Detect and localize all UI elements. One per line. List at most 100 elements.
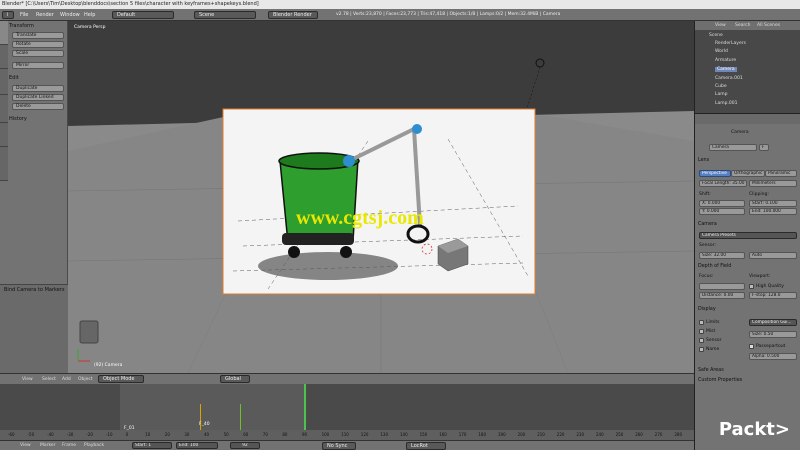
dof-header[interactable]: Depth of Field bbox=[698, 264, 731, 269]
timeline-view-menu[interactable]: View bbox=[20, 443, 31, 448]
outliner-item-lamp-001[interactable]: Lamp.001 bbox=[715, 101, 738, 106]
start-frame-field[interactable]: Start: 1 bbox=[132, 442, 172, 449]
focus-object-field[interactable] bbox=[699, 283, 745, 290]
keying-set-selector[interactable]: LocRot bbox=[406, 442, 446, 450]
shift-y-field[interactable]: Y: 0.000 bbox=[699, 208, 745, 215]
safe-areas-header[interactable]: Safe Areas bbox=[698, 368, 724, 373]
ruler-tick-label: 170 bbox=[458, 432, 467, 437]
tab-animation[interactable] bbox=[0, 95, 8, 123]
composition-guides-selector[interactable]: Composition Gui... bbox=[749, 319, 797, 326]
lens-header[interactable]: Lens bbox=[698, 158, 709, 163]
outliner-item-lamp[interactable]: Lamp bbox=[715, 92, 728, 97]
clip-end-field[interactable]: End: 100.000 bbox=[749, 208, 797, 215]
shift-label: Shift: bbox=[699, 192, 711, 197]
outliner-item-renderlayers[interactable]: RenderLayers bbox=[715, 41, 746, 46]
focus-distance-field[interactable]: Distance: 0.00 bbox=[699, 292, 745, 299]
transform-panel-header[interactable]: Transform bbox=[9, 23, 34, 29]
3d-viewport[interactable]: Camera Persp (92) Camera www.cgtsj.com bbox=[68, 21, 694, 373]
object-menu[interactable]: Object bbox=[78, 377, 93, 382]
menu-file[interactable]: File bbox=[20, 11, 28, 19]
render-engine-selector[interactable]: Blender Render bbox=[268, 11, 318, 19]
fstop-field[interactable]: F-stop: 128.0 bbox=[749, 292, 797, 299]
sensor-checkbox[interactable] bbox=[699, 338, 704, 343]
translate-button[interactable]: Translate bbox=[12, 32, 64, 39]
current-frame-line[interactable] bbox=[304, 384, 306, 430]
outliner-item-world[interactable]: World bbox=[715, 49, 728, 54]
outliner-item-armature[interactable]: Armature bbox=[715, 58, 736, 63]
camera-datablock-field[interactable]: Camera bbox=[709, 144, 757, 151]
tab-relations[interactable] bbox=[0, 69, 8, 95]
tab-grease-pencil[interactable] bbox=[0, 147, 8, 181]
camera-presets-selector[interactable]: Camera Presets bbox=[699, 232, 797, 239]
limits-checkbox[interactable] bbox=[699, 320, 704, 325]
history-panel-header[interactable]: History bbox=[9, 116, 27, 122]
scene-selector[interactable]: Scene bbox=[194, 11, 256, 19]
sync-selector[interactable]: No Sync bbox=[322, 442, 356, 450]
menu-render[interactable]: Render bbox=[36, 11, 54, 19]
info-header: i File Render Window Help Default Scene … bbox=[0, 9, 800, 21]
redo-panel-title[interactable]: Bind Camera to Markers bbox=[4, 287, 64, 293]
outliner-search-tab[interactable]: Search bbox=[735, 23, 750, 28]
duplicate-button[interactable]: Duplicate bbox=[12, 85, 64, 92]
display-size-field[interactable]: Size: 0.50 bbox=[749, 331, 797, 338]
lens-unit-selector[interactable]: Millimeters bbox=[749, 180, 797, 187]
high-quality-checkbox[interactable] bbox=[749, 284, 754, 289]
scale-button[interactable]: Scale bbox=[12, 50, 64, 57]
current-frame-field[interactable]: 92 bbox=[230, 442, 260, 449]
sensor-fit-selector[interactable]: Auto bbox=[749, 252, 797, 259]
outliner-all-scenes[interactable]: All Scenes bbox=[757, 23, 780, 28]
keyframe-marker-2 bbox=[240, 404, 241, 430]
outliner: View Search All Scenes Scene RenderLayer… bbox=[694, 21, 800, 113]
timeline-marker-menu[interactable]: Marker bbox=[40, 443, 56, 448]
name-checkbox[interactable] bbox=[699, 347, 704, 352]
outliner-item-scene[interactable]: Scene bbox=[709, 33, 723, 38]
ruler-tick-label: 240 bbox=[596, 432, 604, 437]
sensor-size-field[interactable]: Size: 32.00 bbox=[699, 252, 745, 259]
ruler-tick-label: 10 bbox=[145, 432, 151, 437]
outliner-item-cube[interactable]: Cube bbox=[715, 84, 727, 89]
orientation-selector[interactable]: Global bbox=[220, 375, 250, 383]
end-frame-field[interactable]: End: 100 bbox=[176, 442, 218, 449]
menu-window[interactable]: Window bbox=[60, 11, 80, 19]
tab-tools[interactable] bbox=[0, 21, 8, 45]
passepartout-alpha-field[interactable]: Alpha: 0.500 bbox=[749, 353, 797, 360]
passepartout-checkbox[interactable] bbox=[749, 344, 754, 349]
tool-shelf-tabs bbox=[0, 21, 8, 181]
mode-selector[interactable]: Object Mode bbox=[98, 375, 144, 383]
perspective-button[interactable]: Perspective bbox=[699, 170, 731, 177]
orthographic-button[interactable]: Orthographic bbox=[731, 170, 765, 177]
outliner-item-camera-001[interactable]: Camera.001 bbox=[715, 76, 743, 81]
camera-header[interactable]: Camera bbox=[698, 222, 717, 227]
panoramic-button[interactable]: Panoramic bbox=[765, 170, 797, 177]
select-menu[interactable]: Select bbox=[42, 377, 56, 382]
rotate-button[interactable]: Rotate bbox=[12, 41, 64, 48]
timeline-playback-menu[interactable]: Playback bbox=[84, 443, 104, 448]
edit-panel-header[interactable]: Edit bbox=[9, 75, 19, 81]
tab-physics[interactable] bbox=[0, 123, 8, 147]
timeline[interactable]: F_01 F_40 -60 -50 -40 -30 -20 -10 0 10 20 30 40 50 6… bbox=[0, 384, 694, 440]
sensor-label: Sensor: bbox=[699, 243, 716, 248]
view-menu[interactable]: View bbox=[22, 377, 33, 382]
menu-help[interactable]: Help bbox=[84, 11, 95, 19]
tab-create[interactable] bbox=[0, 45, 8, 69]
outliner-item-camera[interactable]: Camera bbox=[715, 67, 737, 72]
fake-user-toggle[interactable]: F bbox=[759, 144, 769, 151]
timeline-outside-range-right bbox=[305, 384, 694, 430]
mirror-button[interactable]: Mirror bbox=[12, 62, 64, 69]
add-menu[interactable]: Add bbox=[62, 377, 71, 382]
ruler-tick-label: 70 bbox=[262, 432, 268, 437]
editor-type-icon[interactable]: i bbox=[2, 11, 14, 19]
timeline-frame-menu[interactable]: Frame bbox=[62, 443, 76, 448]
delete-button[interactable]: Delete bbox=[12, 103, 64, 110]
outliner-view-tab[interactable]: View bbox=[715, 23, 726, 28]
duplicate-linked-button[interactable]: Duplicate Linked bbox=[12, 94, 64, 101]
mist-checkbox[interactable] bbox=[699, 329, 704, 334]
custom-properties-header[interactable]: Custom Properties bbox=[698, 378, 742, 383]
layout-selector[interactable]: Default bbox=[112, 11, 174, 19]
redo-panel: Bind Camera to Markers bbox=[0, 284, 68, 373]
ruler-tick-label: 20 bbox=[164, 432, 170, 437]
shift-x-field[interactable]: X: 0.000 bbox=[699, 200, 745, 207]
clip-start-field[interactable]: Start: 0.100 bbox=[749, 200, 797, 207]
display-header[interactable]: Display bbox=[698, 307, 716, 312]
focal-length-field[interactable]: Focal Length: 35.00 bbox=[699, 180, 747, 187]
